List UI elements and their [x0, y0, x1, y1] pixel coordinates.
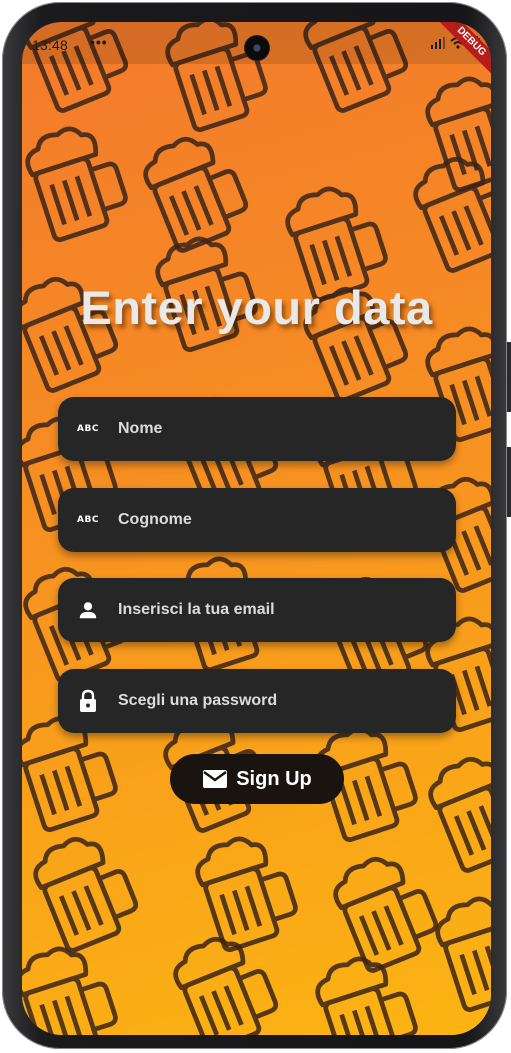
power-button: [507, 447, 511, 517]
status-bar: 13:48 ••• DEBUG: [22, 22, 491, 76]
password-field-placeholder: Scegli una password: [118, 692, 278, 709]
signal-icon: [431, 37, 445, 49]
surname-field[interactable]: ABC Cognome: [58, 488, 456, 552]
sign-up-button[interactable]: Sign Up: [170, 754, 344, 804]
name-field[interactable]: ABC Nome: [58, 397, 456, 461]
phone-frame: 13:48 ••• DEBUG Enter your data ABC Nome…: [2, 2, 511, 1049]
page-title: Enter your data: [80, 281, 433, 334]
email-field-placeholder: Inserisci la tua email: [118, 601, 275, 618]
person-icon: [58, 599, 118, 621]
name-field-placeholder: Nome: [118, 420, 163, 437]
mail-icon: [203, 770, 228, 788]
text-fields-icon: ABC: [77, 515, 99, 525]
notification-dots-icon: •••: [90, 34, 108, 50]
app-screen: 13:48 ••• DEBUG Enter your data ABC Nome…: [22, 22, 491, 1035]
sign-up-label: Sign Up: [236, 767, 312, 790]
email-field[interactable]: Inserisci la tua email: [58, 578, 456, 642]
text-fields-icon: ABC: [77, 424, 99, 434]
password-field[interactable]: Scegli una password: [58, 669, 456, 733]
lock-icon: [58, 689, 118, 713]
volume-button: [507, 342, 511, 412]
front-camera: [244, 35, 270, 61]
status-time: 13:48: [32, 37, 69, 53]
surname-field-placeholder: Cognome: [118, 511, 192, 528]
